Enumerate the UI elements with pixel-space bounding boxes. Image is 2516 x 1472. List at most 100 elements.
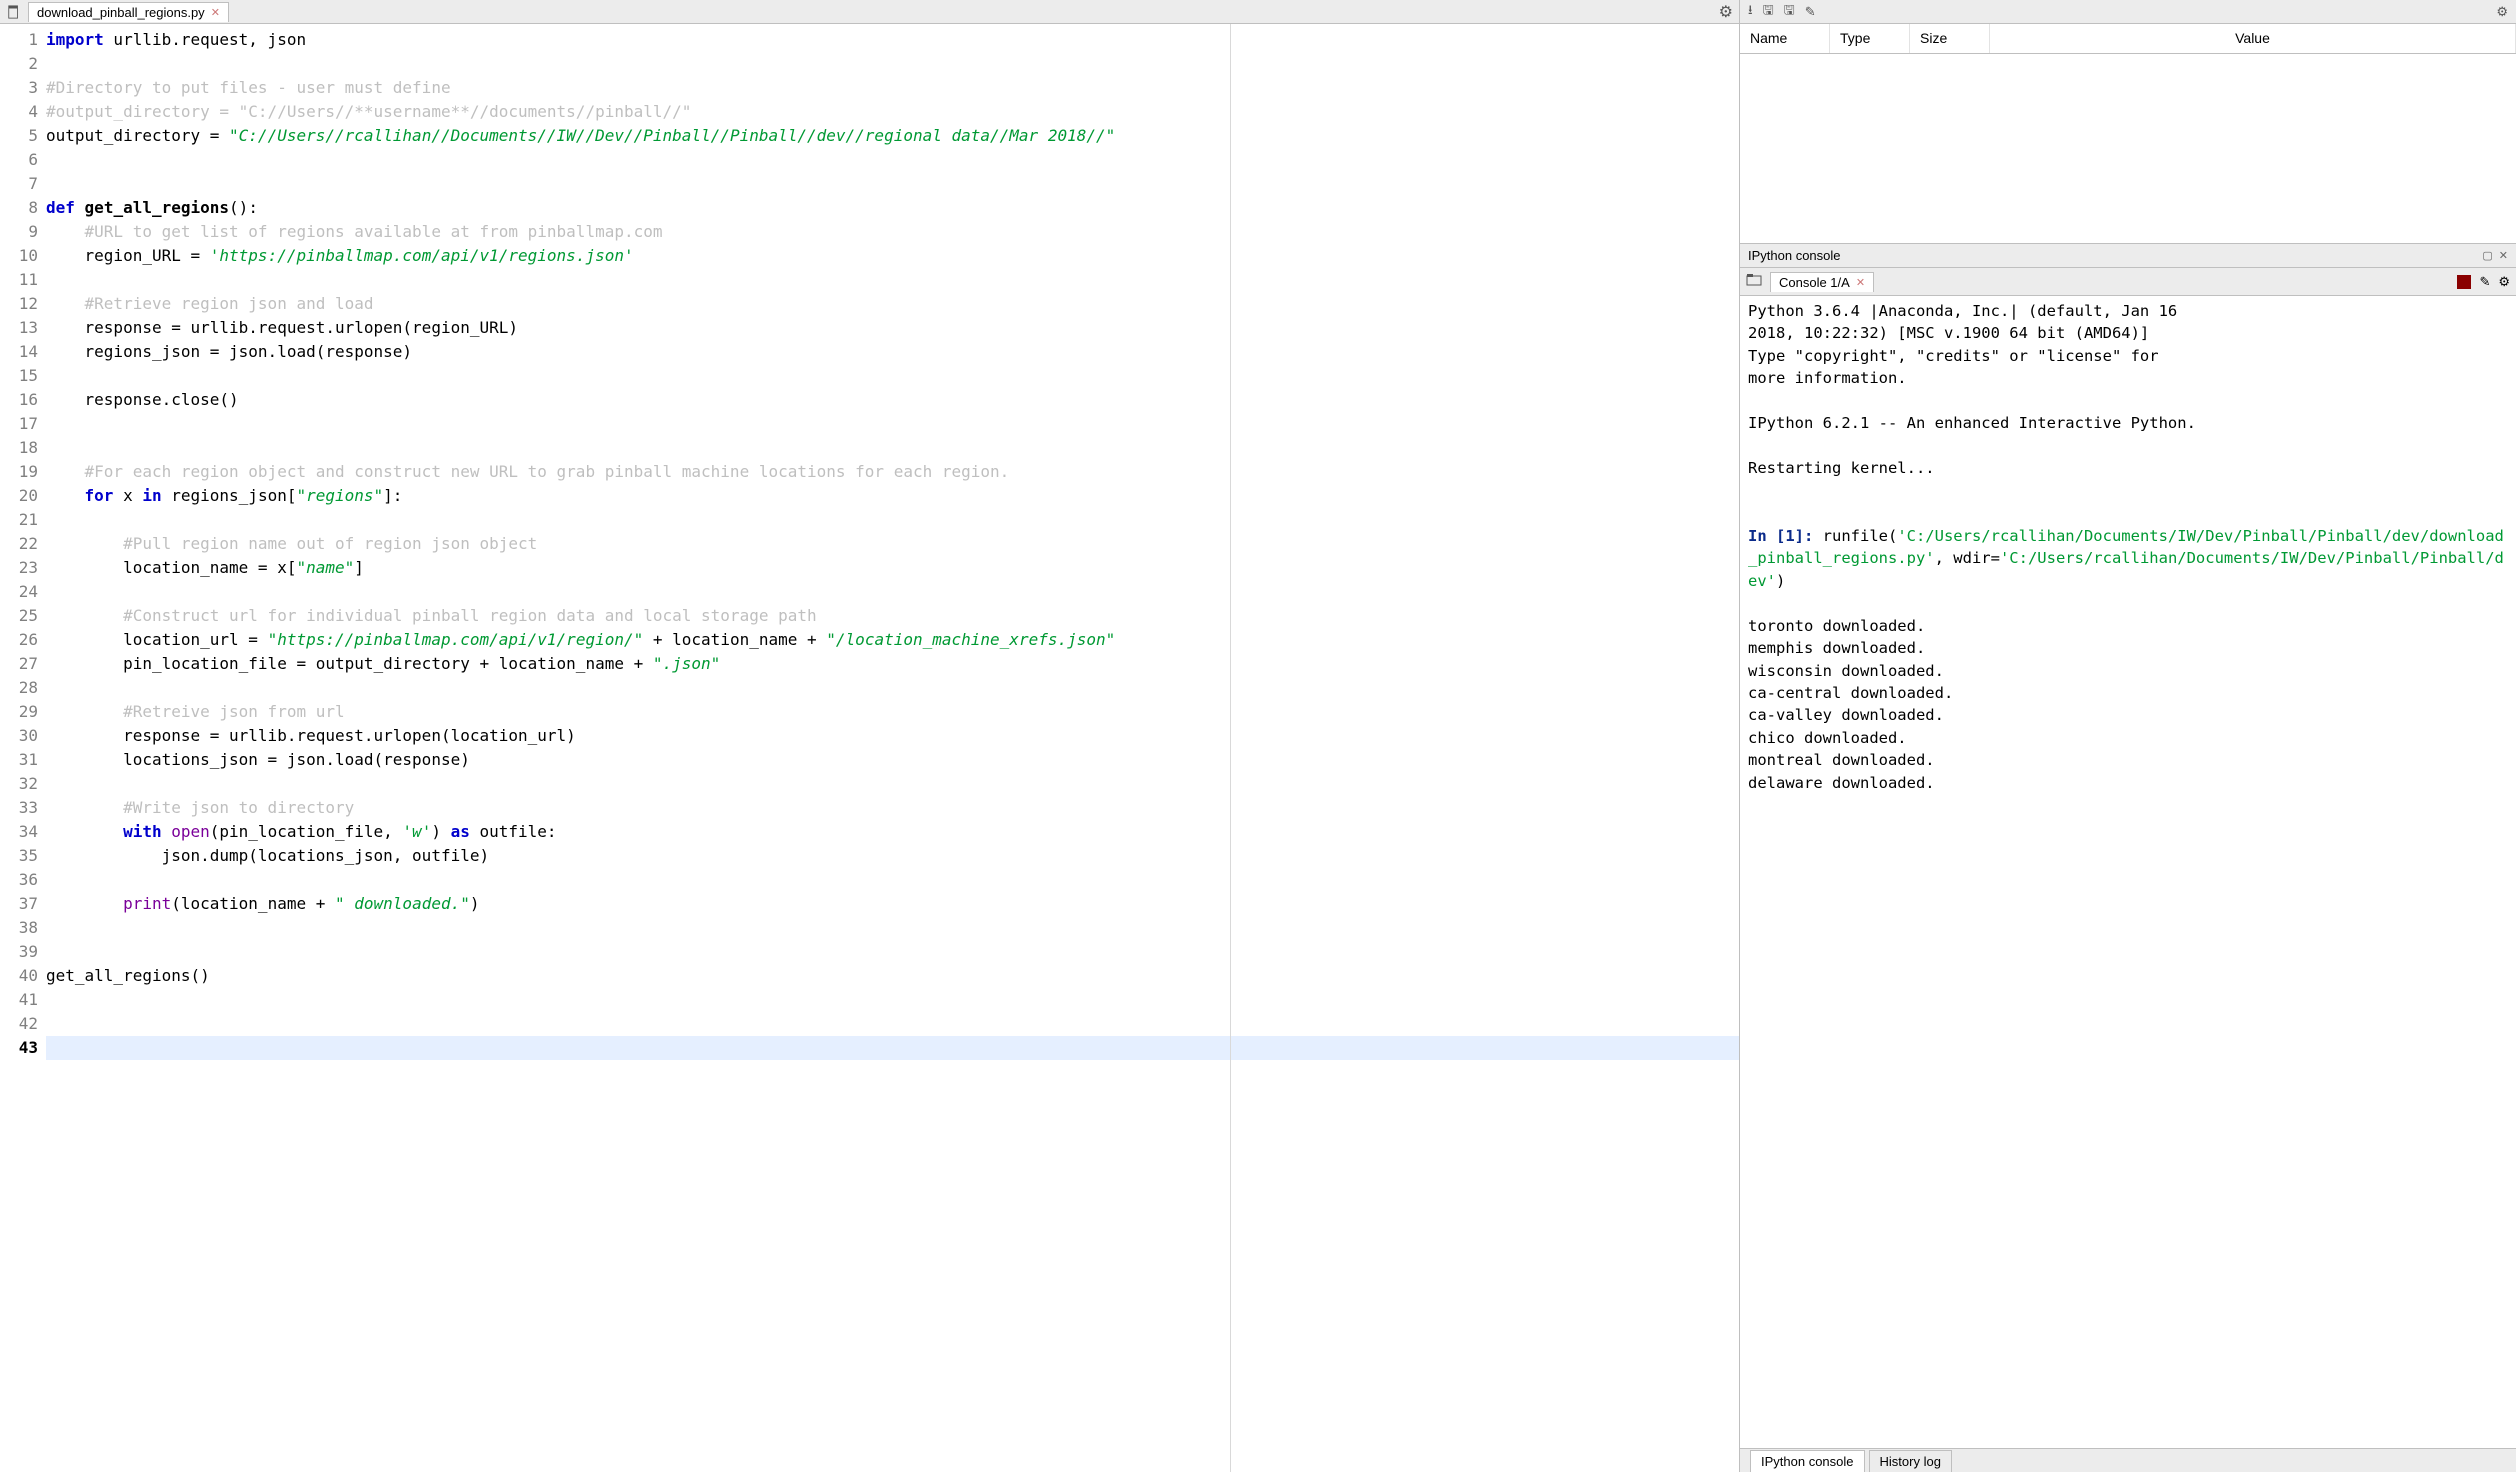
code-line[interactable] — [46, 172, 1739, 196]
save-icon[interactable]: 🖫 — [1763, 1, 1774, 23]
console-tab-label: Console 1/A — [1779, 275, 1850, 290]
edit-icon[interactable]: ✎ — [2479, 274, 2490, 290]
app-root: download_pinball_regions.py ✕ ⚙ 12345678… — [0, 0, 2516, 1472]
editor-tab-bar: download_pinball_regions.py ✕ ⚙ — [0, 0, 1739, 24]
code-line[interactable] — [46, 676, 1739, 700]
stop-icon[interactable] — [2457, 275, 2471, 289]
console-line: Python 3.6.4 |Anaconda, Inc.| (default, … — [1748, 300, 2508, 322]
console-line: 2018, 10:22:32) [MSC v.1900 64 bit (AMD6… — [1748, 322, 2508, 344]
console-line: Type "copyright", "credits" or "license"… — [1748, 345, 2508, 367]
gear-icon[interactable]: ⚙ — [2498, 274, 2510, 290]
code-line[interactable] — [46, 868, 1739, 892]
save-all-icon[interactable]: 🖫 — [1784, 1, 1795, 23]
code-line[interactable]: #Construct url for individual pinball re… — [46, 604, 1739, 628]
close-icon[interactable]: ✕ — [211, 6, 220, 19]
line-number-gutter: 1234567891011121314151617181920212223242… — [0, 24, 44, 1472]
file-icon — [4, 2, 24, 22]
code-line[interactable] — [46, 52, 1739, 76]
console-tab-bar: Console 1/A ✕ ✎ ⚙ — [1740, 268, 2516, 296]
code-line[interactable]: #Retreive json from url — [46, 700, 1739, 724]
code-line[interactable] — [46, 580, 1739, 604]
console-tab[interactable]: Console 1/A ✕ — [1770, 272, 1874, 292]
code-line[interactable] — [46, 772, 1739, 796]
console-bottom-tabs: IPython console History log — [1740, 1448, 2516, 1472]
code-line[interactable]: response = urllib.request.urlopen(region… — [46, 316, 1739, 340]
gear-icon[interactable]: ⚙ — [2496, 4, 2508, 20]
import-icon[interactable]: ⭳ — [1748, 1, 1753, 23]
tab-history-log[interactable]: History log — [1869, 1450, 1952, 1472]
col-size[interactable]: Size — [1910, 24, 1990, 53]
close-icon[interactable]: ✕ — [2499, 249, 2508, 262]
console-line — [1748, 502, 2508, 524]
gear-icon[interactable]: ⚙ — [1719, 2, 1733, 22]
code-line[interactable]: output_directory = "C://Users//rcallihan… — [46, 124, 1739, 148]
variable-explorer-header: Name Type Size Value — [1740, 24, 2516, 54]
variable-explorer-toolbar: ⭳ 🖫 🖫 ✎ ⚙ — [1740, 0, 2516, 24]
close-icon[interactable]: ✕ — [1856, 276, 1865, 289]
console-output-line: chico downloaded. — [1748, 727, 2508, 749]
code-line[interactable]: location_name = x["name"] — [46, 556, 1739, 580]
code-line[interactable]: get_all_regions() — [46, 964, 1739, 988]
code-line[interactable] — [46, 436, 1739, 460]
code-body[interactable]: import urllib.request, json #Directory t… — [44, 24, 1739, 1472]
console-line — [1748, 480, 2508, 502]
code-line[interactable]: #output_directory = "C://Users//**userna… — [46, 100, 1739, 124]
console-output-line: toronto downloaded. — [1748, 615, 2508, 637]
code-line[interactable] — [46, 268, 1739, 292]
code-line[interactable]: response = urllib.request.urlopen(locati… — [46, 724, 1739, 748]
col-value[interactable]: Value — [1990, 24, 2516, 53]
edit-icon[interactable]: ✎ — [1805, 4, 1816, 20]
console-output[interactable]: Python 3.6.4 |Anaconda, Inc.| (default, … — [1740, 296, 2516, 1448]
console-output-line: ca-valley downloaded. — [1748, 704, 2508, 726]
code-editor[interactable]: 1234567891011121314151617181920212223242… — [0, 24, 1739, 1472]
code-line[interactable] — [46, 508, 1739, 532]
console-line: more information. — [1748, 367, 2508, 389]
console-output-line: memphis downloaded. — [1748, 637, 2508, 659]
code-line[interactable]: def get_all_regions(): — [46, 196, 1739, 220]
console-line — [1748, 390, 2508, 412]
code-line[interactable]: regions_json = json.load(response) — [46, 340, 1739, 364]
code-line[interactable]: import urllib.request, json — [46, 28, 1739, 52]
console-line: IPython 6.2.1 -- An enhanced Interactive… — [1748, 412, 2508, 434]
console-pane-title-bar: IPython console ▢ ✕ — [1740, 244, 2516, 268]
code-line[interactable] — [46, 412, 1739, 436]
code-line[interactable]: print(location_name + " downloaded.") — [46, 892, 1739, 916]
code-line[interactable] — [46, 1012, 1739, 1036]
code-line[interactable]: #Pull region name out of region json obj… — [46, 532, 1739, 556]
console-output-line: ca-central downloaded. — [1748, 682, 2508, 704]
col-type[interactable]: Type — [1830, 24, 1910, 53]
code-line[interactable]: #Write json to directory — [46, 796, 1739, 820]
code-line[interactable]: with open(pin_location_file, 'w') as out… — [46, 820, 1739, 844]
code-line[interactable]: #For each region object and construct ne… — [46, 460, 1739, 484]
console-output-line: wisconsin downloaded. — [1748, 660, 2508, 682]
console-input-line: In [1]: runfile('C:/Users/rcallihan/Docu… — [1748, 525, 2508, 592]
code-line[interactable]: region_URL = 'https://pinballmap.com/api… — [46, 244, 1739, 268]
code-line[interactable]: locations_json = json.load(response) — [46, 748, 1739, 772]
maximize-icon[interactable]: ▢ — [2482, 249, 2492, 262]
editor-tab-label: download_pinball_regions.py — [37, 5, 205, 20]
code-line[interactable] — [46, 1036, 1739, 1060]
code-line[interactable]: json.dump(locations_json, outfile) — [46, 844, 1739, 868]
col-name[interactable]: Name — [1740, 24, 1830, 53]
code-line[interactable]: #Directory to put files - user must defi… — [46, 76, 1739, 100]
code-line[interactable]: response.close() — [46, 388, 1739, 412]
console-line: Restarting kernel... — [1748, 457, 2508, 479]
code-line[interactable] — [46, 148, 1739, 172]
code-line[interactable] — [46, 364, 1739, 388]
code-line[interactable] — [46, 988, 1739, 1012]
code-line[interactable]: #Retrieve region json and load — [46, 292, 1739, 316]
console-pane-title: IPython console — [1748, 248, 1841, 263]
code-line[interactable]: pin_location_file = output_directory + l… — [46, 652, 1739, 676]
editor-tab[interactable]: download_pinball_regions.py ✕ — [28, 2, 229, 22]
variable-explorer-body[interactable] — [1740, 54, 2516, 244]
code-line[interactable] — [46, 916, 1739, 940]
tab-ipython-console[interactable]: IPython console — [1750, 1450, 1865, 1472]
console-output-line: montreal downloaded. — [1748, 749, 2508, 771]
browse-icon[interactable] — [1746, 272, 1762, 291]
console-line — [1748, 435, 2508, 457]
code-line[interactable]: for x in regions_json["regions"]: — [46, 484, 1739, 508]
code-line[interactable]: location_url = "https://pinballmap.com/a… — [46, 628, 1739, 652]
code-line[interactable] — [46, 940, 1739, 964]
editor-pane: download_pinball_regions.py ✕ ⚙ 12345678… — [0, 0, 1740, 1472]
code-line[interactable]: #URL to get list of regions available at… — [46, 220, 1739, 244]
